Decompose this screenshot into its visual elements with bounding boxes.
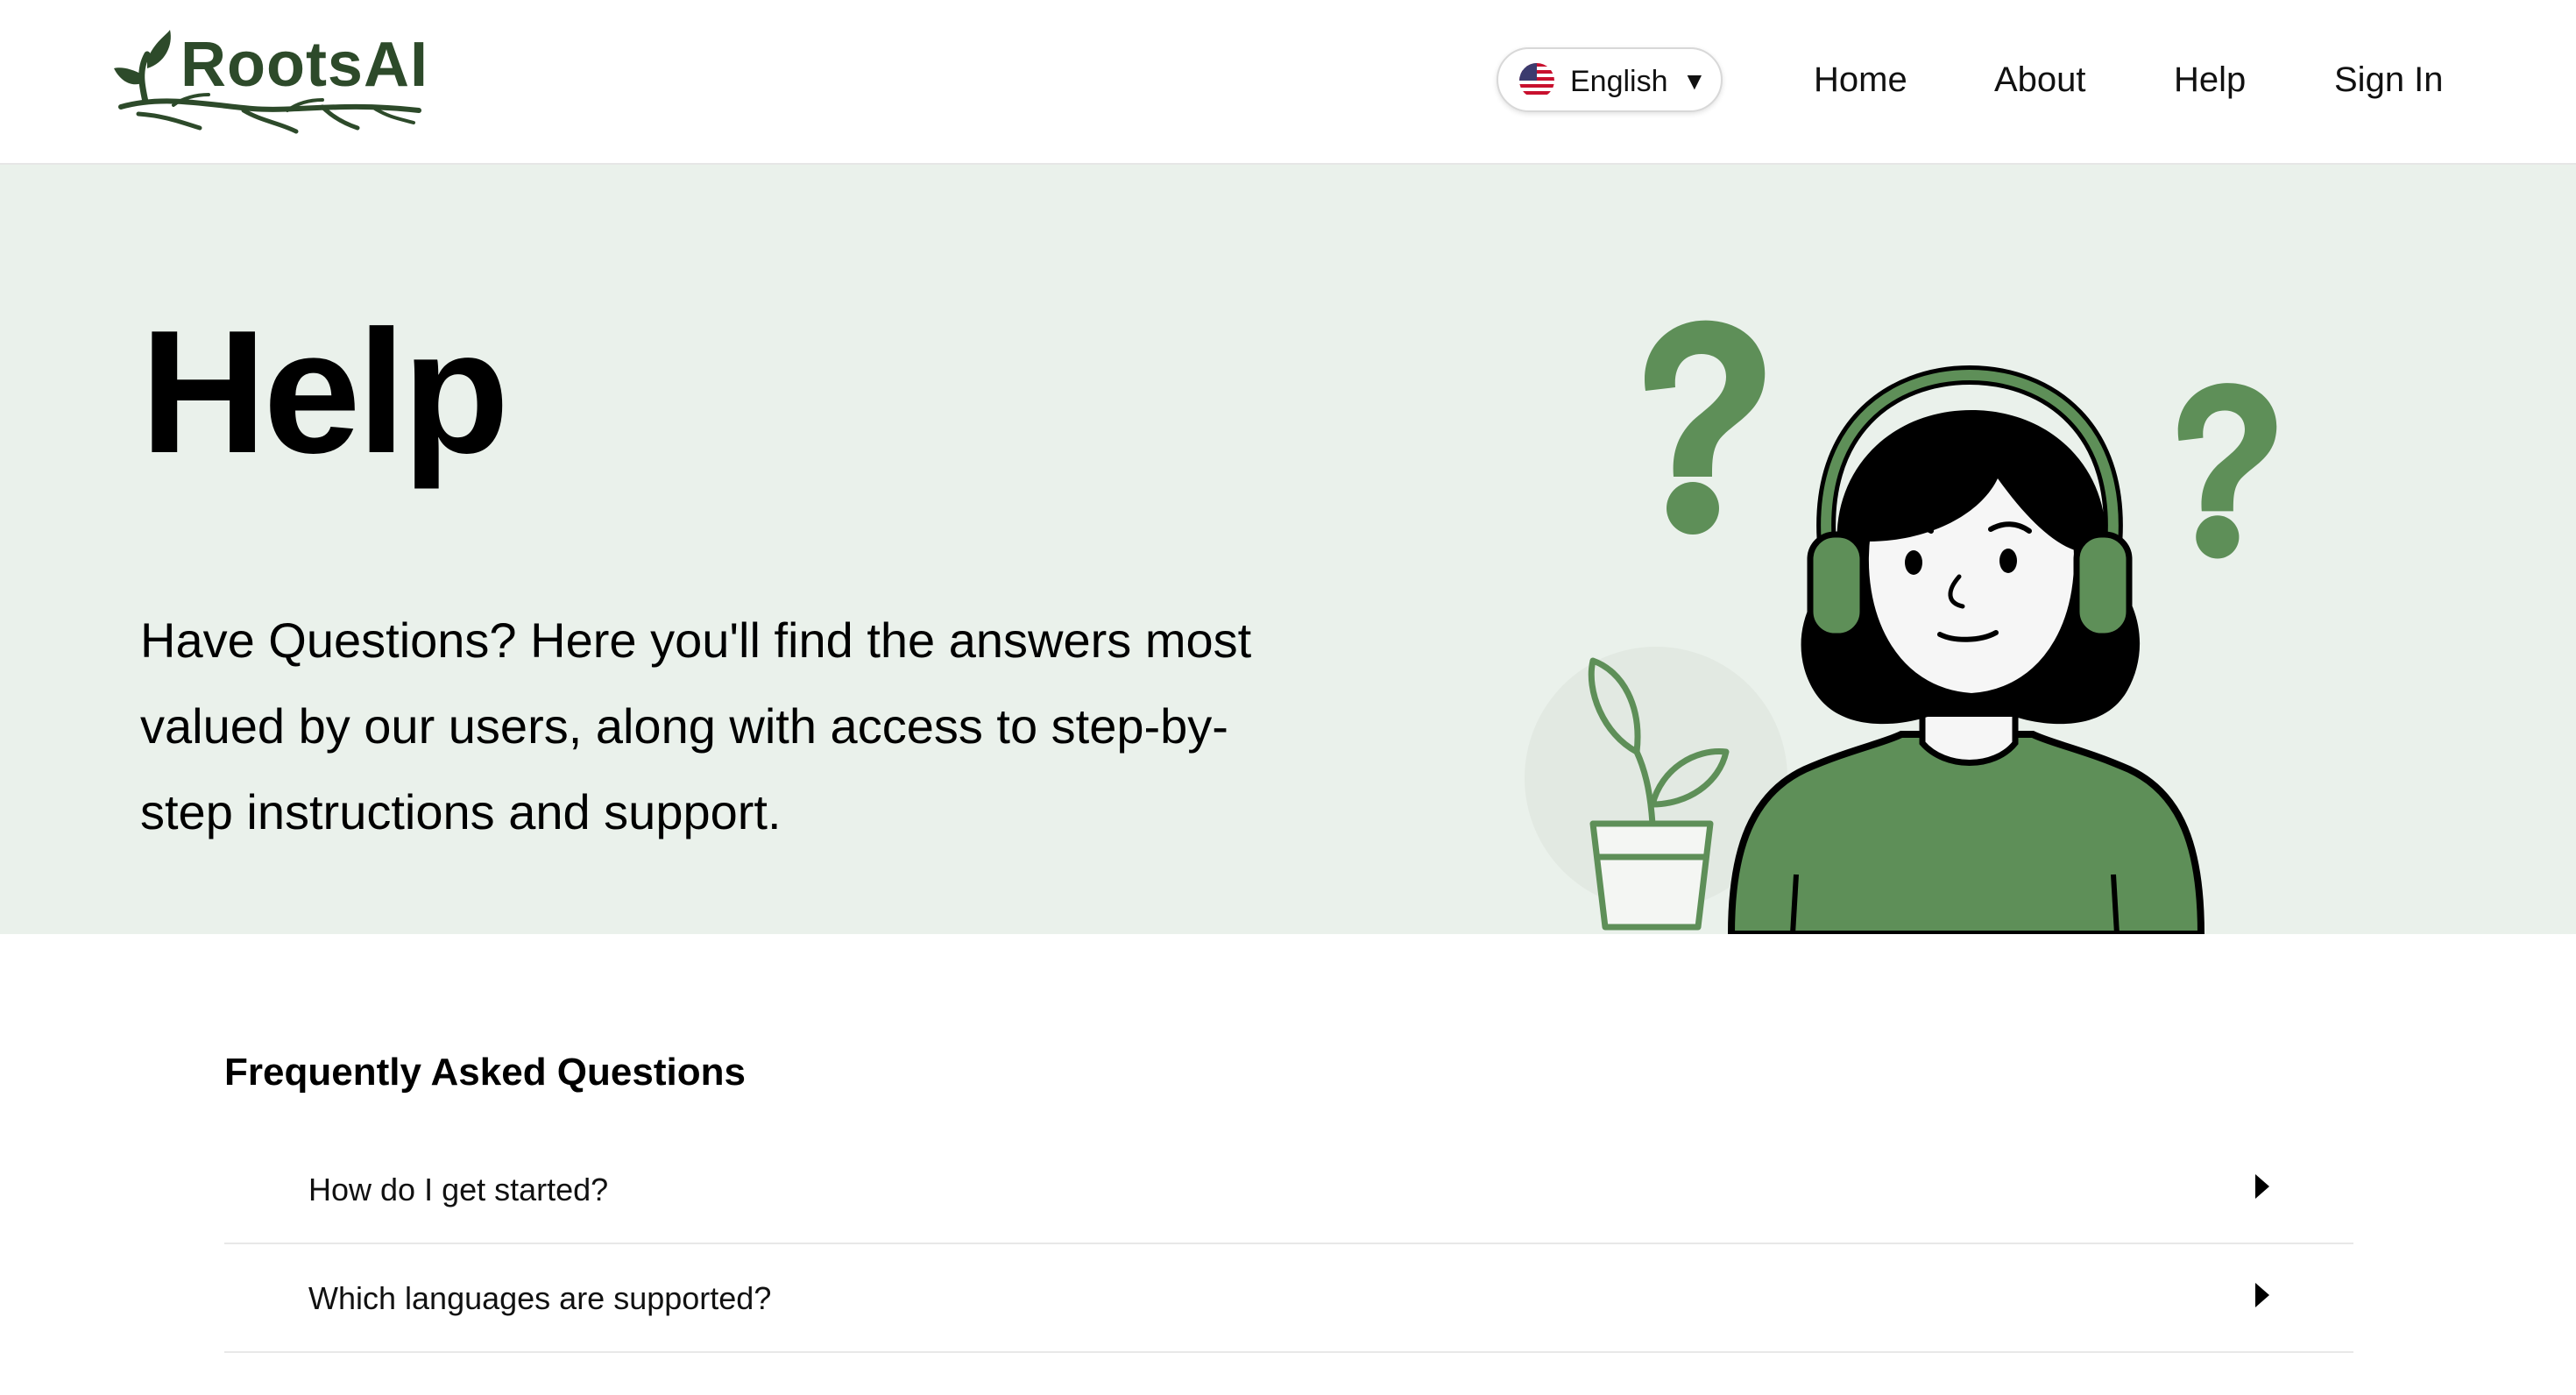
hero-description: Have Questions? Here you'll find the ans… — [140, 613, 1252, 839]
nav-about-link[interactable]: About — [1994, 58, 2086, 102]
faq-question: Which languages are supported? — [308, 1280, 772, 1316]
rootsai-logo[interactable]: RootsAI — [112, 25, 428, 138]
expand-arrow-icon[interactable] — [2255, 1174, 2269, 1199]
language-label: English — [1570, 65, 1668, 98]
hero-section: Help Have Questions? Here you'll find th… — [0, 165, 2576, 934]
faq-question: How do I get started? — [308, 1172, 609, 1207]
question-mark-icon — [1645, 320, 1766, 535]
faq-list: How do I get started? Which languages ar… — [224, 1136, 2353, 1353]
question-mark-icon — [2177, 383, 2277, 559]
page-title: Help — [140, 294, 509, 490]
site-header: RootsAI English ▼ Home About Help Sign I… — [0, 0, 2576, 165]
faq-item[interactable]: Which languages are supported? — [224, 1244, 2353, 1353]
caret-down-icon: ▼ — [1682, 67, 1707, 95]
faq-item[interactable]: How do I get started? — [224, 1136, 2353, 1244]
nav-help-link[interactable]: Help — [2174, 58, 2246, 102]
support-agent-illustration — [1525, 320, 2277, 934]
us-flag-icon — [1519, 63, 1554, 98]
language-selector[interactable]: English ▼ — [1497, 47, 1723, 112]
nav-sign-in-link[interactable]: Sign In — [2334, 58, 2444, 102]
nav-home-link[interactable]: Home — [1814, 58, 1907, 102]
expand-arrow-icon[interactable] — [2255, 1283, 2269, 1307]
logo-text: RootsAI — [180, 30, 428, 100]
faq-title: Frequently Asked Questions — [224, 1051, 746, 1094]
